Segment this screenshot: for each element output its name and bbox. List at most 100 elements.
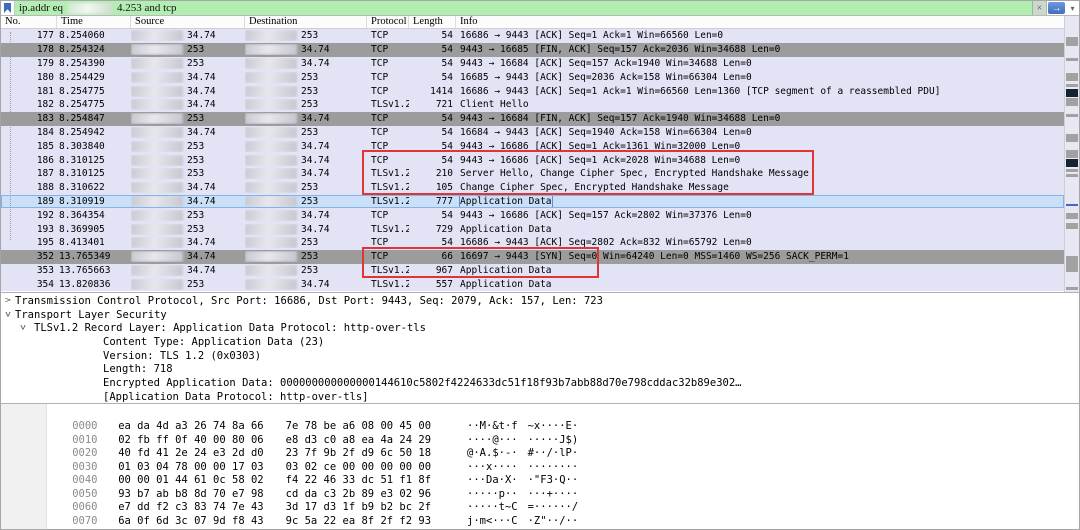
redacted-source-ip (131, 224, 183, 235)
hex-row[interactable]: 0000ea da 4d a3 26 74 8a 667e 78 be a6 0… (1, 408, 1079, 422)
detail-tree-line[interactable]: Content Type: Application Data (23) (1, 336, 1079, 350)
hex-row[interactable]: 008040 93 09 70 f4 ea 9a 8209 7f 51 99 4… (1, 516, 1079, 529)
destination-ip-suffix: 253 (301, 196, 318, 207)
minimap-segment (1066, 204, 1078, 206)
packet-row[interactable]: 186 8.310125 253 34.74 TCP 54 9443 → 166… (1, 153, 1064, 167)
source-ip-suffix: 34.74 (187, 237, 216, 248)
packet-row[interactable]: 352 13.765349 34.74 253 TCP 66 16697 → 9… (1, 250, 1064, 264)
source-ip-suffix: 253 (187, 279, 204, 290)
packet-info: 16686 → 9443 [ACK] Seq=1 Ack=1 Win=66560… (460, 30, 723, 41)
clear-filter-button[interactable]: × (1033, 1, 1047, 15)
filter-text-after: 4.253 and tcp (117, 2, 177, 14)
packet-row[interactable]: 189 8.310919 34.74 253 TLSv1.2 777 Appli… (1, 195, 1064, 209)
source-ip-suffix: 253 (187, 113, 204, 124)
packet-row[interactable]: 193 8.369905 253 34.74 TLSv1.2 729 Appli… (1, 222, 1064, 236)
column-header-time[interactable]: Time (57, 16, 131, 28)
detail-tree-line[interactable]: Version: TLS 1.2 (0x0303) (1, 350, 1079, 364)
packet-protocol: TCP (367, 237, 409, 248)
packet-row[interactable]: 177 8.254060 34.74 253 TCP 54 16686 → 94… (1, 29, 1064, 43)
destination-ip-suffix: 34.74 (301, 141, 330, 152)
packet-time: 8.413401 (57, 237, 131, 248)
packet-row[interactable]: 187 8.310125 253 34.74 TLSv1.2 210 Serve… (1, 167, 1064, 181)
packet-minimap-scrollbar[interactable] (1064, 16, 1079, 292)
packet-info: Application Data (460, 279, 552, 290)
detail-tree-line[interactable]: Length: 718 (1, 363, 1079, 377)
packet-length: 777 (409, 196, 456, 207)
hex-row[interactable]: 005093 b7 ab b8 8d 70 e7 98cd da c3 2b 8… (1, 476, 1079, 490)
detail-text: Transmission Control Protocol, Src Port:… (15, 295, 603, 307)
packet-row[interactable]: 192 8.364354 253 34.74 TCP 54 9443 → 166… (1, 208, 1064, 222)
detail-tree-line[interactable]: [Application Data Protocol: http-over-tl… (1, 391, 1079, 403)
packet-protocol: TCP (367, 72, 409, 83)
hex-row[interactable]: 003001 03 04 78 00 00 17 0303 02 ce 00 0… (1, 449, 1079, 463)
packet-row[interactable]: 182 8.254775 34.74 253 TLSv1.2 721 Clien… (1, 98, 1064, 112)
redacted-destination-ip (245, 279, 297, 290)
packet-row[interactable]: 184 8.254942 34.74 253 TCP 54 16684 → 94… (1, 126, 1064, 140)
redacted-destination-ip (245, 237, 297, 248)
display-filter-input[interactable]: ip.addr eq 4.253 and tcp (15, 1, 1033, 15)
hex-row[interactable]: 00706a 0f 6d 3c 07 9d f8 439c 5a 22 ea 8… (1, 503, 1079, 517)
detail-tree-line[interactable]: Encrypted Application Data: 000000000000… (1, 377, 1079, 391)
source-ip-suffix: 253 (187, 210, 204, 221)
source-ip-suffix: 253 (187, 224, 204, 235)
redacted-destination-ip (245, 44, 297, 55)
hex-row[interactable]: 004000 00 01 44 61 0c 58 02f4 22 46 33 d… (1, 462, 1079, 476)
packet-protocol: TCP (367, 210, 409, 221)
packet-length: 557 (409, 279, 456, 290)
packet-protocol: TLSv1.2 (367, 168, 409, 179)
packet-row[interactable]: 353 13.765663 34.74 253 TLSv1.2 967 Appl… (1, 264, 1064, 278)
packet-length: 54 (409, 30, 456, 41)
packet-row[interactable]: 195 8.413401 34.74 253 TCP 54 16686 → 94… (1, 236, 1064, 250)
packet-protocol: TCP (367, 251, 409, 262)
expander-icon[interactable]: v (5, 310, 11, 318)
packet-row[interactable]: 183 8.254847 253 34.74 TCP 54 9443 → 166… (1, 112, 1064, 126)
packet-details-pane: > Transmission Control Protocol, Src Por… (1, 292, 1079, 403)
packet-info: 9443 → 16684 [FIN, ACK] Seq=157 Ack=1940… (460, 113, 780, 124)
source-ip-suffix: 253 (187, 155, 204, 166)
source-ip-suffix: 253 (187, 141, 204, 152)
destination-ip-suffix: 253 (301, 127, 318, 138)
packet-info: Application Data (460, 265, 552, 276)
packet-info: 16685 → 9443 [ACK] Seq=2036 Ack=158 Win=… (460, 72, 752, 83)
packet-row[interactable]: 180 8.254429 34.74 253 TCP 54 16685 → 94… (1, 70, 1064, 84)
packet-row[interactable]: 188 8.310622 34.74 253 TLSv1.2 105 Chang… (1, 181, 1064, 195)
detail-text: Encrypted Application Data: 000000000000… (103, 377, 741, 389)
detail-tree-line[interactable]: v TLSv1.2 Record Layer: Application Data… (1, 322, 1079, 336)
hex-row[interactable]: 001002 fb ff 0f 40 00 80 06e8 d3 c0 a8 e… (1, 422, 1079, 436)
redacted-source-ip (131, 30, 183, 41)
apply-filter-button[interactable]: → (1048, 2, 1065, 14)
minimap-segment (1066, 114, 1078, 117)
packet-row[interactable]: 354 13.820836 253 34.74 TLSv1.2 557 Appl… (1, 277, 1064, 291)
expander-icon[interactable]: > (5, 296, 11, 304)
expander-icon[interactable]: v (20, 324, 26, 332)
detail-tree-line[interactable]: > Transmission Control Protocol, Src Por… (1, 295, 1079, 309)
packet-row[interactable]: 178 8.254324 253 34.74 TCP 54 9443 → 166… (1, 43, 1064, 57)
packet-number: 352 (1, 251, 57, 262)
column-header-protocol[interactable]: Protocol (367, 16, 409, 28)
column-header-length[interactable]: Length (409, 16, 456, 28)
filter-bookmark-button[interactable] (1, 1, 15, 15)
packet-row[interactable]: 179 8.254390 253 34.74 TCP 54 9443 → 166… (1, 57, 1064, 71)
detail-tree-line[interactable]: v Transport Layer Security (1, 309, 1079, 323)
minimap-segment (1066, 134, 1078, 142)
packet-time: 8.254060 (57, 30, 131, 41)
hex-row[interactable]: 0060e7 dd f2 c3 83 74 7e 433d 17 d3 1f b… (1, 489, 1079, 503)
packet-length: 54 (409, 155, 456, 166)
column-header-no[interactable]: No. (1, 16, 57, 28)
minimap-segment (1066, 223, 1078, 229)
column-header-destination[interactable]: Destination (245, 16, 367, 28)
packet-length: 54 (409, 141, 456, 152)
filter-dropdown-button[interactable]: ▾ (1066, 1, 1079, 15)
hex-rows: 0000ea da 4d a3 26 74 8a 667e 78 be a6 0… (1, 408, 1079, 529)
detail-text: Transport Layer Security (15, 309, 167, 321)
column-header-info[interactable]: Info (456, 16, 1079, 28)
packet-time: 8.310125 (57, 155, 131, 166)
packet-info: 9443 → 16686 [ACK] Seq=1 Ack=1361 Win=32… (460, 141, 740, 152)
packet-row[interactable]: 181 8.254775 34.74 253 TCP 1414 16686 → … (1, 84, 1064, 98)
minimap-segment (1066, 150, 1078, 158)
packet-row[interactable]: 185 8.303840 253 34.74 TCP 54 9443 → 166… (1, 139, 1064, 153)
packet-info: 9443 → 16685 [FIN, ACK] Seq=157 Ack=2036… (460, 44, 780, 55)
hex-row[interactable]: 002040 fd 41 2e 24 e3 2d d023 7f 9b 2f d… (1, 435, 1079, 449)
redacted-destination-ip (245, 127, 297, 138)
column-header-source[interactable]: Source (131, 16, 245, 28)
